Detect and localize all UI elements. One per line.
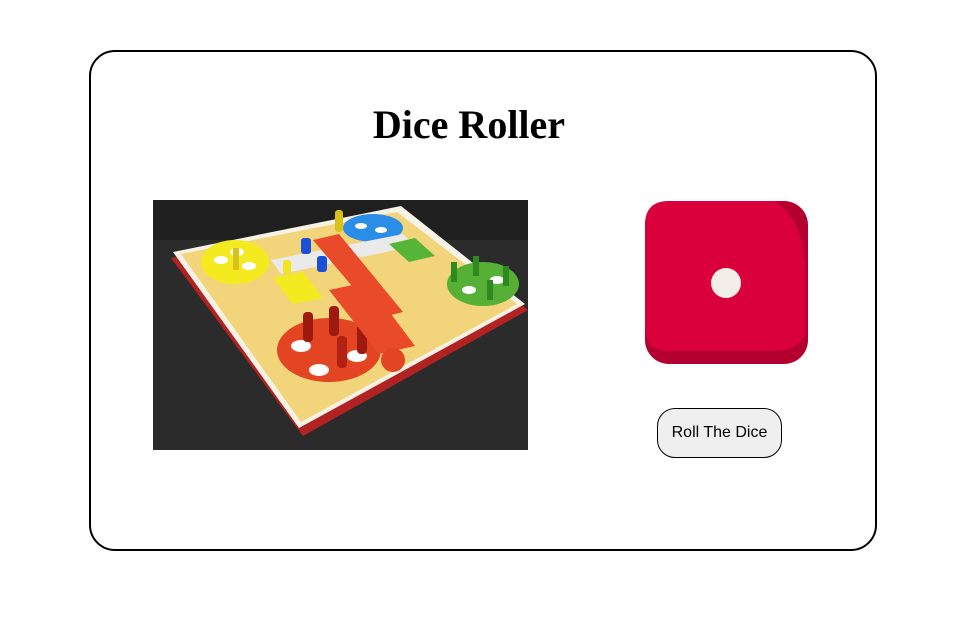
- dice-face-one: [645, 201, 808, 364]
- page-title: Dice Roller: [372, 102, 566, 147]
- roll-dice-button[interactable]: Roll The Dice: [657, 408, 782, 458]
- dice-pip: [711, 268, 741, 298]
- ludo-board-image: [153, 200, 528, 450]
